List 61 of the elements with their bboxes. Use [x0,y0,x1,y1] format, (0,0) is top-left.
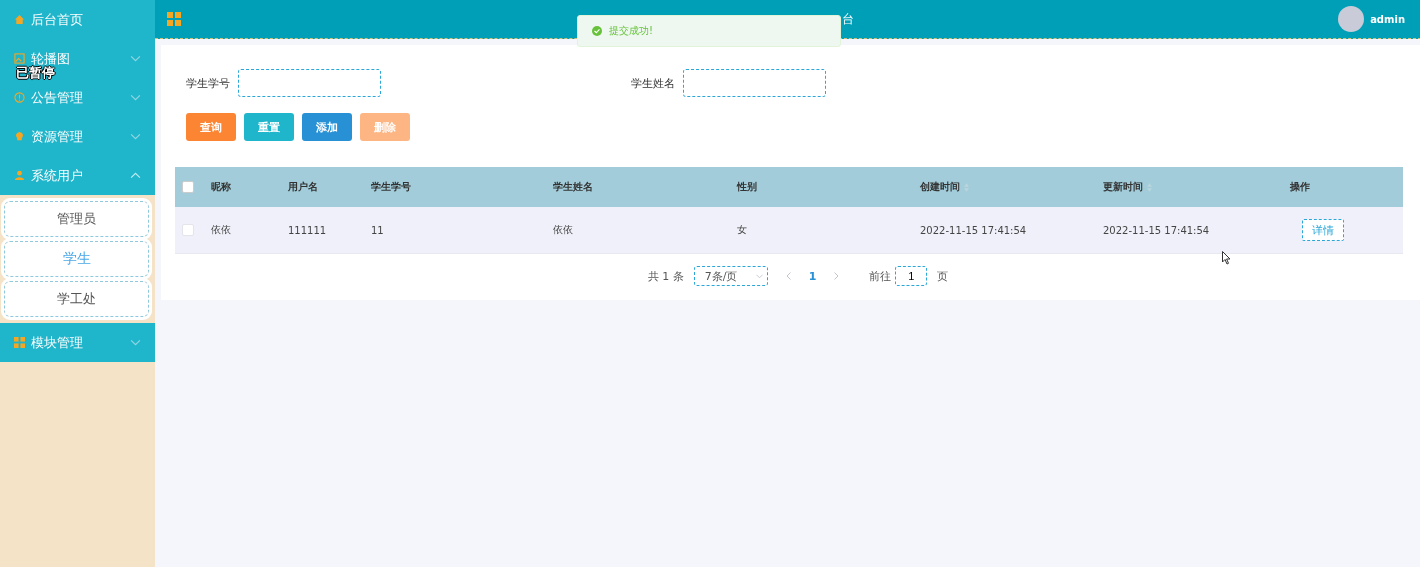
caret-icon [755,273,763,279]
nav-item[interactable]: 系统用户 [0,156,155,195]
page-number[interactable]: 1 [808,269,817,283]
checkbox[interactable] [182,181,194,193]
next-page-icon[interactable] [834,272,840,280]
check-circle-icon [592,26,602,36]
nav-label: 公告管理 [31,88,84,107]
submenu-item[interactable]: 学生 [4,241,149,277]
nav-label: 资源管理 [31,127,84,146]
avatar[interactable] [1338,6,1365,32]
table-cell: 11 [371,224,384,236]
nav-item[interactable]: 公告管理 [0,78,155,117]
column-header: 性别 [737,180,757,194]
toast-message: 提交成功! [609,24,653,38]
nav-label: 系统用户 [31,166,84,185]
column-header: 昵称 [211,180,231,194]
input-field[interactable] [683,69,826,97]
table-cell: 111111 [288,224,327,236]
user-icon [14,170,25,181]
table-cell: 依依 [553,224,573,235]
goto-label: 前往 [869,268,892,284]
action-button[interactable]: 重置 [244,113,294,141]
field-label: 学生姓名 [631,75,675,91]
input-field[interactable] [238,69,381,97]
table-cell: 2022-11-15 17:41:54 [1103,224,1210,236]
table-cell: 依依 [211,224,231,235]
nav-item[interactable]: 模块管理 [0,323,155,362]
column-header: 学生姓名 [553,180,593,194]
column-header: 学生学号 [371,180,411,194]
prev-page-icon[interactable] [785,272,791,280]
detail-button[interactable]: 详情 [1302,219,1344,241]
submenu-item[interactable]: 管理员 [4,201,149,237]
table-cell: 2022-11-15 17:41:54 [920,224,1027,236]
nav-label: 后台首页 [31,10,84,29]
info-icon [14,92,25,103]
cursor-icon [1222,251,1232,265]
nav-label: 模块管理 [31,333,84,352]
column-header: 操作 [1290,180,1310,194]
submenu-item[interactable]: 学工处 [4,281,149,317]
page-size-select[interactable]: 7条/页 [693,266,768,286]
user-name: admin [1370,13,1405,25]
column-header: 创建时间 [920,180,960,194]
bulb-icon [14,131,25,142]
image-icon [14,53,25,64]
table-cell: 女 [737,224,747,235]
action-button[interactable]: 添加 [302,113,352,141]
checkbox[interactable] [182,224,194,236]
nav-item[interactable]: 资源管理 [0,117,155,156]
app-title: 台 [842,11,854,28]
action-button[interactable]: 查询 [186,113,236,141]
home-icon [14,14,25,25]
page-input[interactable]: 1 [895,266,928,286]
nav-label: 轮播图 [31,49,71,66]
column-header: 更新时间 [1103,180,1143,194]
nav-item[interactable]: 后台首页 [0,0,155,39]
page-suffix: 页 [937,268,949,284]
menu-icon[interactable] [167,12,181,26]
column-header: 用户名 [288,180,318,194]
field-label: 学生学号 [186,75,230,91]
grid-icon [14,337,25,348]
total-count: 共 1 条 [647,268,684,284]
